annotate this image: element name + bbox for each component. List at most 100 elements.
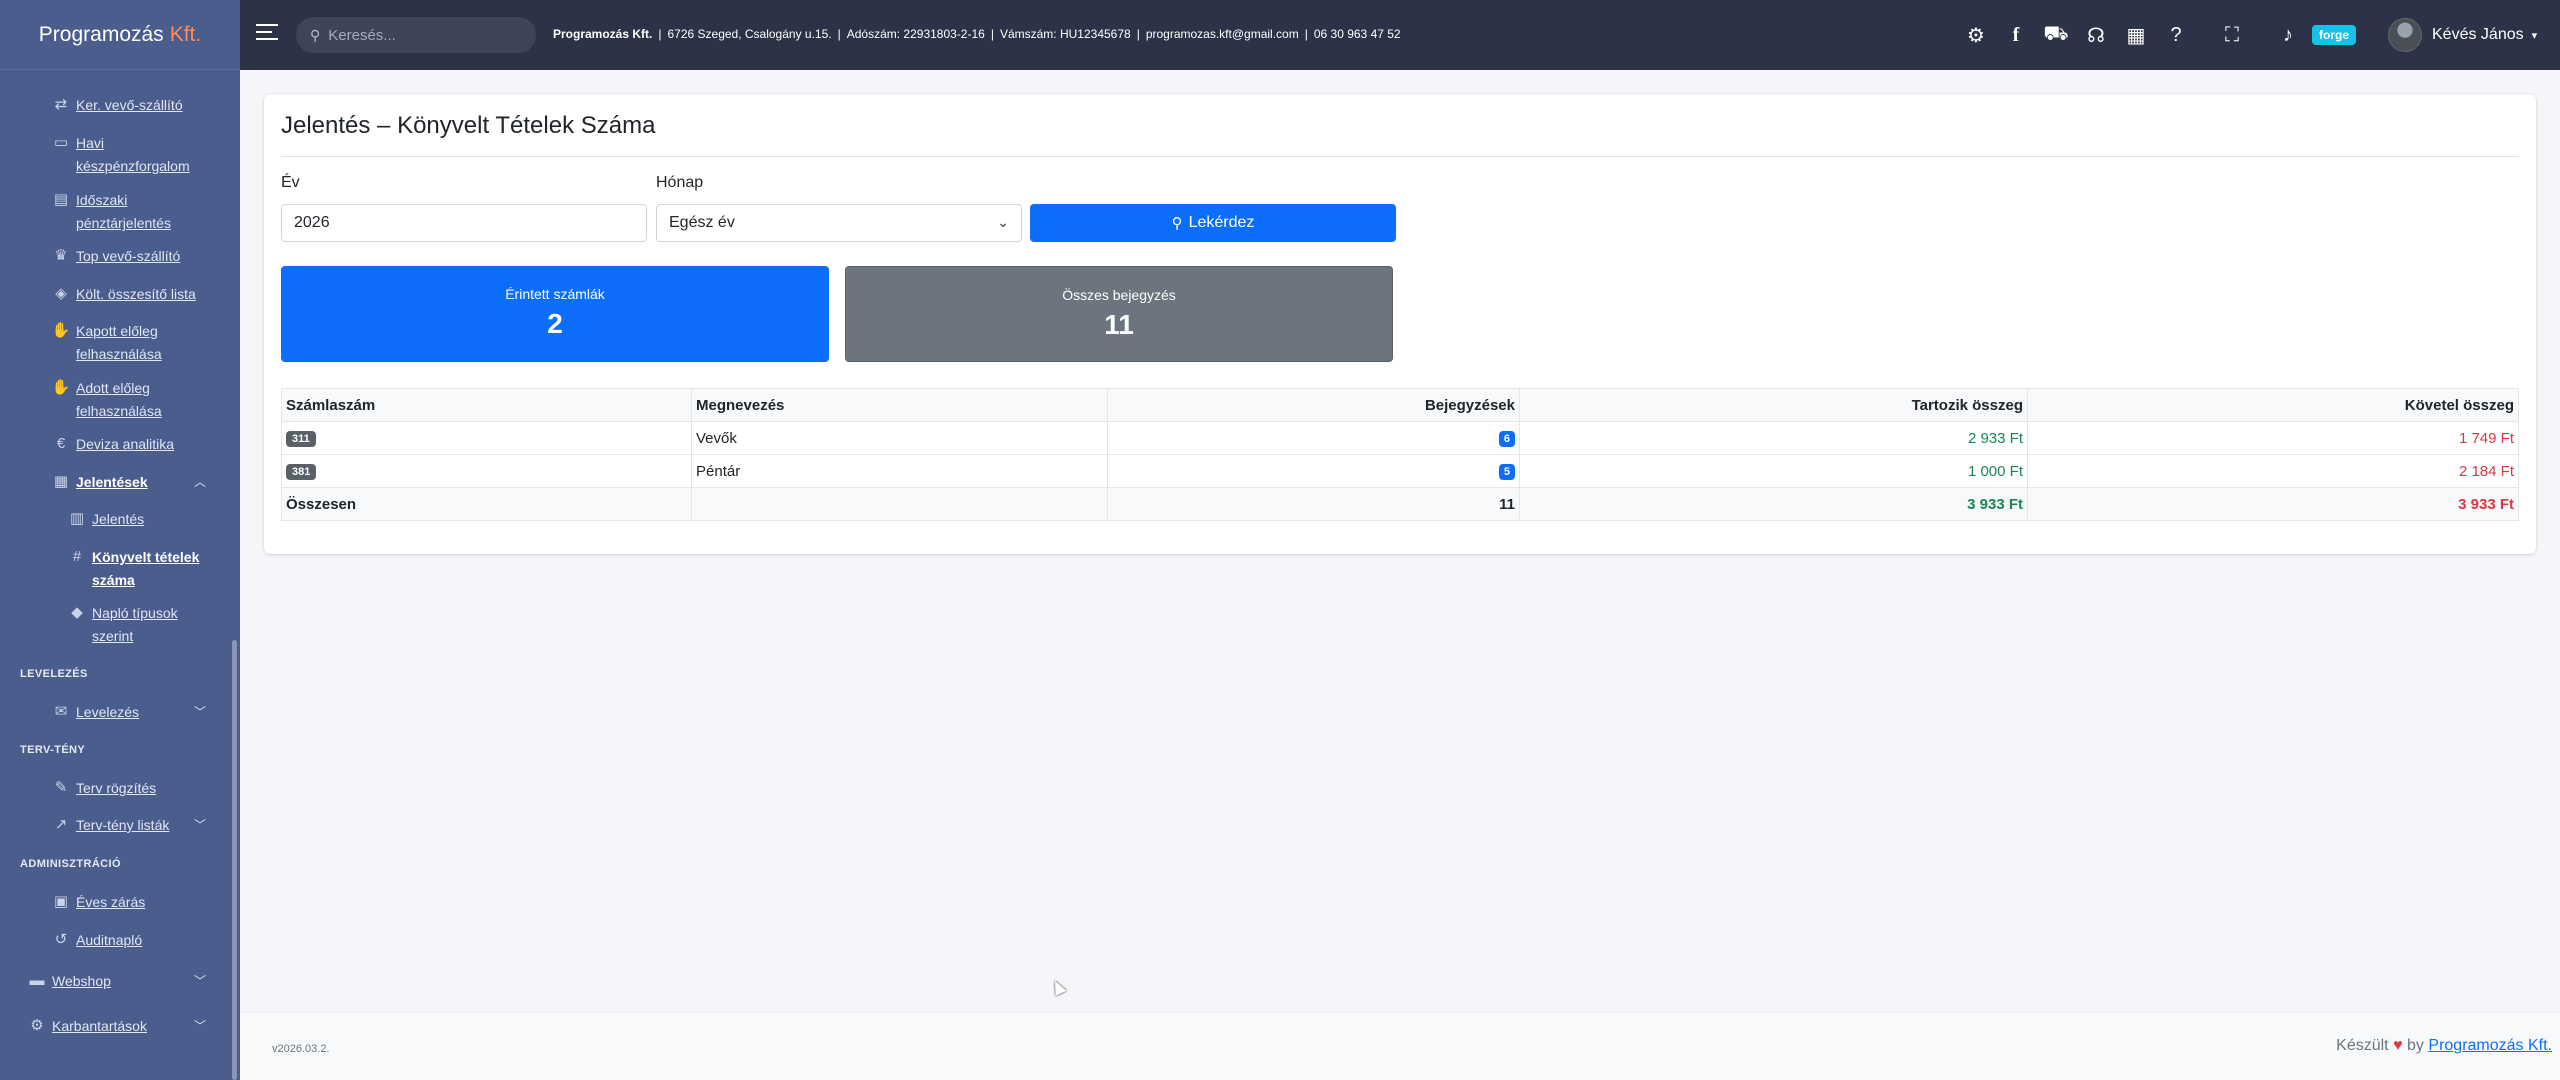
fullscreen-icon[interactable]: ⛶ xyxy=(2212,20,2252,50)
tags-icon: ◆ xyxy=(71,603,83,621)
sidebar-item-eves-zaras[interactable]: ▣ Éves zárás xyxy=(0,891,232,914)
euro-icon: € xyxy=(56,434,66,452)
query-button[interactable]: ⚲ Lekérdez xyxy=(1030,204,1396,242)
month-select[interactable]: Egész év ⌄ xyxy=(656,204,1022,242)
chart-icon: ▥ xyxy=(69,509,85,527)
sidebar-item-adott-eloleg[interactable]: ✋ Adott előleg felhasználása xyxy=(0,377,180,423)
sidebar-item-webshop[interactable]: ▬ Webshop ﹀ xyxy=(0,970,232,993)
sidebar-item-levelezes[interactable]: ✉ Levelezés ﹀ xyxy=(0,701,232,724)
sidebar-item-terv-teny-listak[interactable]: ↗ Terv-tény listák ﹀ xyxy=(0,814,232,837)
report-table: Számlaszám Megnevezés Bejegyzések Tartoz… xyxy=(281,388,2519,521)
page-title: Jelentés – Könyvelt Tételek Száma xyxy=(281,112,656,139)
mouse-cursor-icon xyxy=(1049,978,1067,996)
col-header-name: Megnevezés xyxy=(691,388,1108,422)
search-icon: ⚲ xyxy=(310,26,321,43)
sidebar-item-konyvelt-tetelek-szama[interactable]: # Könyvelt tételek száma xyxy=(0,546,210,592)
sidebar-item-kapott-eloleg[interactable]: ✋ Kapott előleg felhasználása xyxy=(0,320,180,366)
chevron-down-icon: ﹀ xyxy=(193,818,206,832)
sidebar-item-terv-rogzites[interactable]: ✎ Terv rögzítés xyxy=(0,777,232,800)
year-value: 2026 xyxy=(294,214,330,231)
company-info: Programozás Kft. | 6726 Szeged, Csalogány … xyxy=(553,27,1401,41)
menu-toggle-icon[interactable] xyxy=(256,24,278,42)
money-icon: ▭ xyxy=(53,133,69,151)
user-menu[interactable]: Kévés János ▾ xyxy=(2388,18,2537,52)
month-value: Egész év xyxy=(669,214,735,231)
sidebar-item-havi-keszpenzforgalom[interactable]: ▭ Havi készpénzforgalom xyxy=(0,132,190,178)
chevron-down-icon: ﹀ xyxy=(193,1019,206,1033)
avatar xyxy=(2388,18,2422,52)
made-by: Készült ♥ by Programozás Kft. xyxy=(2336,1037,2552,1055)
row-name: Vevők xyxy=(691,421,1108,455)
query-button-label: Lekérdez xyxy=(1188,214,1255,231)
table-row: 311 Vevők 6 2 933 Ft 1 749 Ft xyxy=(281,421,2519,455)
heart-icon: ♥ xyxy=(2393,1037,2403,1054)
bell-icon[interactable]: ♪ xyxy=(2268,20,2308,50)
headset-icon[interactable]: ☊ xyxy=(2076,20,2116,50)
exchange-icon: ⇄ xyxy=(54,95,68,113)
sidebar-item-jelentesek[interactable]: ▦ Jelentések ︿ xyxy=(0,471,232,494)
total-debit: 3 933 Ft xyxy=(1519,487,2028,521)
company-email: programozas.kft@gmail.com xyxy=(1145,27,1299,41)
facebook-icon[interactable]: f xyxy=(1996,20,2036,50)
col-header-credit: Követel összeg xyxy=(2027,388,2519,422)
layers-icon: ◈ xyxy=(55,284,67,302)
report-card: Jelentés – Könyvelt Tételek Száma Év 202… xyxy=(264,94,2536,554)
sidebar: Programozás Kft. ⇄ Ker. vevő-szállító ▭ Hav… xyxy=(0,0,240,1080)
brand-name: Programozás xyxy=(38,22,164,46)
sidebar-item-naplo-tipusok[interactable]: ◆ Napló típusok szerint xyxy=(0,602,210,648)
title-divider xyxy=(281,156,2519,157)
stat-accounts: Érintett számlák 2 xyxy=(281,266,829,362)
version-text: v2026.03.2. xyxy=(272,1043,330,1055)
table-row: 381 Péntár 5 1 000 Ft 2 184 Ft xyxy=(281,454,2519,488)
company-name: Programozás Kft. xyxy=(553,27,653,41)
chevron-down-icon: ﹀ xyxy=(193,974,206,988)
total-empty xyxy=(691,487,1108,521)
sidebar-item-jelentes[interactable]: ▥ Jelentés xyxy=(0,508,232,531)
sidebar-item-top-vevo-szallito[interactable]: ♛ Top vevő-szállító xyxy=(0,245,232,268)
table-total-row: Összesen 11 3 933 Ft 3 933 Ft xyxy=(281,487,2519,521)
col-header-debit: Tartozik összeg xyxy=(1519,388,2028,422)
help-icon[interactable]: ? xyxy=(2156,20,2196,50)
brand-accent: Kft. xyxy=(169,22,202,46)
section-header-levelezes: LEVELEZÉS xyxy=(20,668,88,680)
history-icon: ↺ xyxy=(54,930,68,948)
row-debit: 2 933 Ft xyxy=(1519,421,2028,455)
search-input[interactable] xyxy=(328,26,509,44)
sidebar-item-kolt-osszesito-lista[interactable]: ◈ Költ. összesítő lista xyxy=(0,283,232,306)
file-icon: ▦ xyxy=(53,472,69,490)
section-header-terv-teny: TERV-TÉNY xyxy=(20,744,86,756)
sidebar-item-idoszaki-penztarjelentes[interactable]: ▤ Időszaki pénztárjelentés xyxy=(0,189,180,235)
row-debit: 1 000 Ft xyxy=(1519,454,2028,488)
year-input[interactable]: 2026 xyxy=(281,204,647,242)
calendar-clock-icon[interactable]: ▦ xyxy=(2116,20,2156,50)
company-phone: 06 30 963 47 52 xyxy=(1313,27,1401,41)
total-entries: 11 xyxy=(1107,487,1520,521)
forge-badge[interactable]: forge xyxy=(2312,25,2356,45)
sidebar-scrollbar[interactable] xyxy=(232,640,237,1080)
search-box[interactable]: ⚲ xyxy=(296,17,536,53)
hand-money-icon: ✋ xyxy=(51,321,71,339)
company-address: 6726 Szeged, Csalogány u.15. xyxy=(667,27,832,41)
brand-logo[interactable]: Programozás Kft. xyxy=(0,0,240,70)
sidebar-item-auditnaplo[interactable]: ↺ Auditnapló xyxy=(0,929,232,952)
company-link[interactable]: Programozás Kft. xyxy=(2428,1037,2552,1054)
mailbox-icon: ✉ xyxy=(54,702,68,720)
stat-entries-value: 11 xyxy=(1104,309,1134,340)
account-badge: 311 xyxy=(286,431,316,447)
row-credit: 1 749 Ft xyxy=(2027,421,2519,455)
sidebar-item-karbantartasok[interactable]: ⚙ Karbantartások ﹀ xyxy=(0,1015,232,1038)
search-icon: ⚲ xyxy=(1171,215,1183,232)
calendar-check-icon: ▣ xyxy=(53,892,69,910)
settings-gear-icon[interactable]: ⚙ xyxy=(1956,20,1996,50)
stat-accounts-value: 2 xyxy=(547,308,563,339)
cart-icon[interactable]: ⛟ xyxy=(2036,20,2076,50)
entries-badge: 6 xyxy=(1498,431,1515,447)
stat-entries-label: Összes bejegyzés xyxy=(1062,287,1176,303)
chevron-up-icon: ︿ xyxy=(193,475,206,489)
sidebar-item-deviza-analitika[interactable]: € Deviza analitika xyxy=(0,433,232,456)
topbar: ⚲ Programozás Kft.|6726 Szeged, Csalogán… xyxy=(240,0,2560,70)
year-label: Év xyxy=(281,174,300,191)
user-name: Kévés János xyxy=(2432,26,2524,43)
sidebar-item-ker-vevo-szallito[interactable]: ⇄ Ker. vevő-szállító xyxy=(0,94,232,117)
total-credit: 3 933 Ft xyxy=(2027,487,2519,521)
